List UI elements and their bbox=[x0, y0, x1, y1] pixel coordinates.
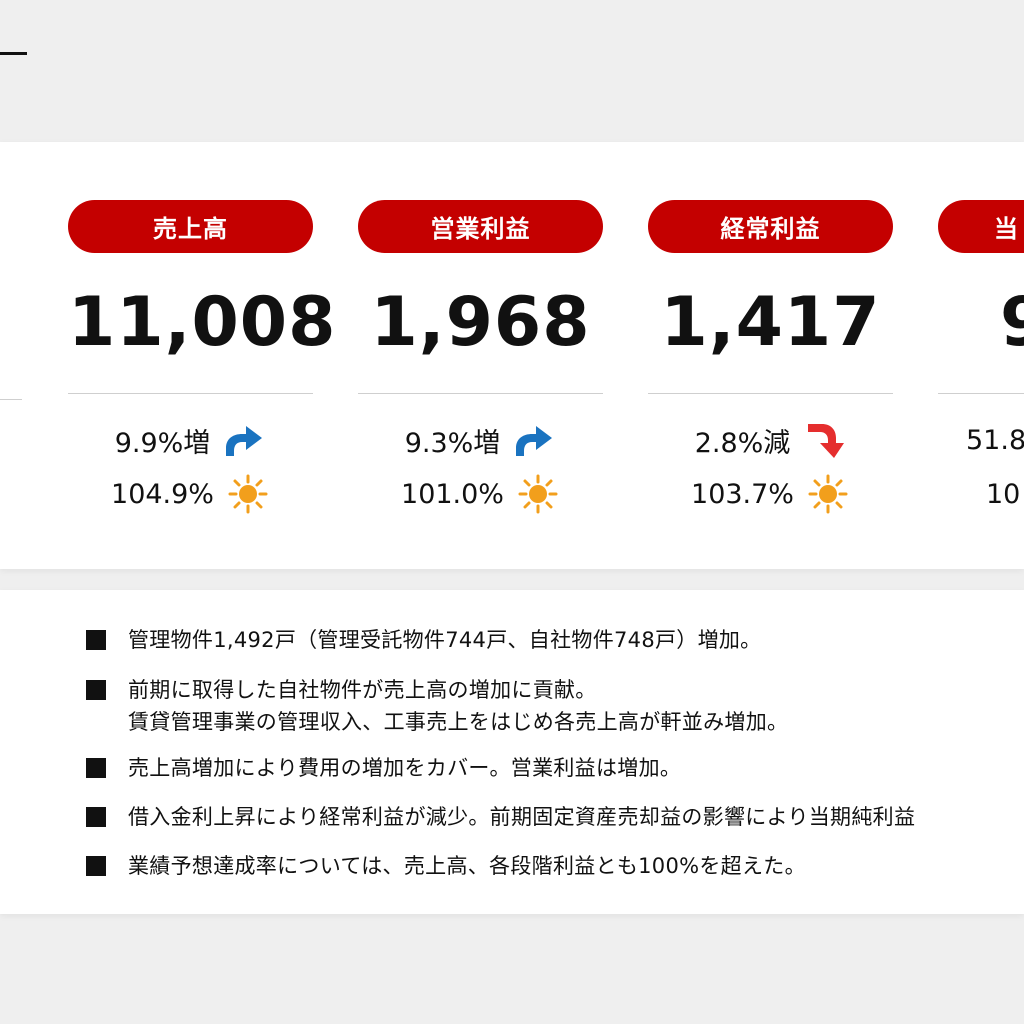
arrow-up-icon bbox=[222, 420, 266, 460]
kpi-change-row-sales: 9.9%増 bbox=[68, 421, 313, 459]
note-line: 管理物件1,492戸（管理受託物件744戸、自社物件748戸）増加。 bbox=[128, 628, 762, 652]
sun-icon bbox=[806, 474, 850, 514]
sun-icon bbox=[226, 474, 270, 514]
kpi-value-sales: 11,008 bbox=[68, 283, 337, 362]
kpi-divider bbox=[68, 393, 313, 394]
kpi-label-ordinary-profit: 経常利益 bbox=[648, 200, 893, 253]
bullet-square-icon bbox=[86, 758, 106, 778]
kpi-value-ordinary-profit: 1,417 bbox=[660, 283, 881, 362]
kpi-achievement-operating-profit: 101.0% bbox=[401, 478, 504, 510]
kpi-change-row-operating-profit: 9.3%増 bbox=[358, 421, 603, 459]
kpi-change-net-profit: 51.8 bbox=[966, 424, 1024, 456]
sun-icon bbox=[516, 474, 560, 514]
note-line: 前期に取得した自社物件が売上高の増加に貢献。 bbox=[128, 678, 597, 702]
kpi-achievement-ordinary-profit: 103.7% bbox=[691, 478, 794, 510]
bullet-square-icon bbox=[86, 680, 106, 700]
list-item: 売上高増加により費用の増加をカバー。営業利益は増加。 bbox=[86, 754, 681, 782]
kpi-achievement-row-ordinary-profit: 103.7% bbox=[648, 474, 893, 514]
kpi-change-row-net-profit: 51.8 bbox=[938, 421, 1024, 459]
kpi-panel: 売上高 11,008 9.9%増 104.9% 営業利益 1,968 9.3%増… bbox=[0, 142, 1024, 569]
bullet-square-icon bbox=[86, 630, 106, 650]
note-line: 売上高増加により費用の増加をカバー。営業利益は増加。 bbox=[128, 756, 682, 780]
kpi-label-sales: 売上高 bbox=[68, 200, 313, 253]
kpi-change-row-ordinary-profit: 2.8%減 bbox=[648, 421, 893, 459]
kpi-value-operating-profit: 1,968 bbox=[370, 283, 591, 362]
title-fragment bbox=[0, 52, 27, 55]
arrow-up-icon bbox=[512, 420, 556, 460]
kpi-divider bbox=[358, 393, 603, 394]
kpi-achievement-row-operating-profit: 101.0% bbox=[358, 474, 603, 514]
kpi-change-sales: 9.9%増 bbox=[114, 427, 211, 459]
kpi-card-operating-profit: 営業利益 1,968 9.3%増 101.0% bbox=[358, 200, 603, 530]
kpi-divider-partial bbox=[0, 399, 22, 400]
kpi-achievement-row-sales: 104.9% bbox=[68, 474, 313, 514]
arrow-down-icon bbox=[802, 420, 846, 460]
kpi-card-net-profit-partial: 当 9 51.8 10 bbox=[938, 200, 1024, 530]
kpi-label-net-profit: 当 bbox=[938, 200, 1024, 253]
kpi-achievement-net-profit: 10 bbox=[986, 478, 1021, 510]
list-item: 前期に取得した自社物件が売上高の増加に貢献。 賃貸管理事業の管理収入、工事売上を… bbox=[86, 676, 788, 736]
kpi-achievement-sales: 104.9% bbox=[111, 478, 214, 510]
kpi-label-operating-profit: 営業利益 bbox=[358, 200, 603, 253]
kpi-achievement-row-net-profit: 10 bbox=[938, 475, 1024, 513]
list-item: 借入金利上昇により経常利益が減少。前期固定資産売却益の影響により当期純利益 bbox=[86, 803, 915, 831]
note-line: 借入金利上昇により経常利益が減少。前期固定資産売却益の影響により当期純利益 bbox=[128, 805, 916, 829]
kpi-card-sales: 売上高 11,008 9.9%増 104.9% bbox=[68, 200, 337, 530]
list-item: 管理物件1,492戸（管理受託物件744戸、自社物件748戸）増加。 bbox=[86, 626, 761, 654]
kpi-divider bbox=[938, 393, 1024, 394]
bullet-square-icon bbox=[86, 856, 106, 876]
notes-panel: 管理物件1,492戸（管理受託物件744戸、自社物件748戸）増加。 前期に取得… bbox=[0, 590, 1024, 914]
kpi-divider bbox=[648, 393, 893, 394]
bullet-square-icon bbox=[86, 807, 106, 827]
note-line: 業績予想達成率については、売上高、各段階利益とも100%を超えた。 bbox=[128, 854, 806, 878]
kpi-value-net-profit: 9 bbox=[938, 287, 1024, 359]
list-item: 業績予想達成率については、売上高、各段階利益とも100%を超えた。 bbox=[86, 852, 806, 880]
kpi-change-ordinary-profit: 2.8%減 bbox=[694, 427, 791, 459]
note-line: 賃貸管理事業の管理収入、工事売上をはじめ各売上高が軒並み増加。 bbox=[128, 710, 789, 734]
kpi-card-ordinary-profit: 経常利益 1,417 2.8%減 103.7% bbox=[648, 200, 893, 530]
kpi-change-operating-profit: 9.3%増 bbox=[404, 427, 501, 459]
